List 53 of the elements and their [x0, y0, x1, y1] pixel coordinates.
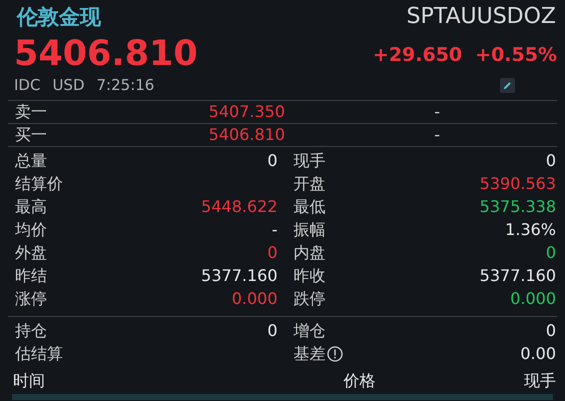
stat-label: 均价	[15, 219, 47, 241]
stat-value: 0.000	[510, 288, 556, 310]
stat-label: 持仓	[15, 320, 47, 342]
pencil-icon	[502, 80, 513, 91]
stat-value: 5390.563	[480, 173, 556, 195]
stat-value: 0.000	[232, 288, 278, 310]
stat-label: 最低	[294, 196, 326, 218]
stat-value: 5377.160	[201, 265, 278, 287]
stat-value: 5377.160	[480, 265, 556, 287]
instrument-name: 伦敦金现	[17, 4, 101, 31]
stat-value: 1.36%	[505, 219, 556, 241]
stat-label: 开盘	[294, 173, 326, 195]
stat-label: 增仓	[294, 320, 326, 342]
order-price: 5406.810	[208, 124, 285, 146]
stat-label: 振幅	[294, 219, 326, 241]
stat-label: 基差	[294, 343, 326, 365]
stat-label: 涨停	[15, 288, 47, 310]
stat-label: 跌停	[294, 288, 326, 310]
last-price: 5406.810	[14, 32, 198, 76]
order-price: 5407.350	[208, 100, 285, 122]
stat-value: 0	[546, 320, 556, 342]
stat-value: 0	[546, 242, 556, 264]
order-label: 买一	[15, 124, 48, 146]
order-volume: -	[433, 100, 440, 122]
change-percent: +0.55%	[475, 43, 557, 68]
column-header: 时间	[13, 370, 45, 392]
stat-label: 最高	[15, 196, 47, 218]
stat-label: 外盘	[15, 242, 47, 264]
stat-label: 现手	[294, 150, 326, 172]
order-volume: -	[433, 124, 440, 146]
stat-label: 总量	[15, 150, 47, 172]
stat-label: 估结算	[15, 343, 63, 365]
stat-value: 0	[546, 150, 556, 172]
stat-label: 昨收	[294, 265, 326, 287]
column-header: 价格	[344, 370, 376, 392]
currency-label: USD	[52, 75, 85, 96]
order-label: 卖一	[15, 100, 48, 122]
stat-label: 结算价	[15, 173, 63, 195]
stat-value: -	[272, 219, 278, 241]
stat-label: 昨结	[15, 265, 47, 287]
edit-button[interactable]	[500, 78, 515, 93]
price-change: +29.650	[372, 43, 462, 68]
stat-value: 5448.622	[201, 196, 278, 218]
stat-value: 0	[267, 150, 278, 172]
quote-time: 7:25:16	[96, 75, 154, 96]
stat-value: 0	[267, 320, 278, 342]
exchange-label: IDC	[14, 75, 40, 96]
stat-value: 5375.338	[480, 196, 556, 218]
column-header: 现手	[524, 370, 556, 392]
stat-value: 0.00	[520, 343, 556, 365]
stat-value: 0	[267, 242, 278, 264]
instrument-code: SPTAUUSDOZ	[406, 3, 556, 31]
stat-label: 内盘	[294, 242, 326, 264]
